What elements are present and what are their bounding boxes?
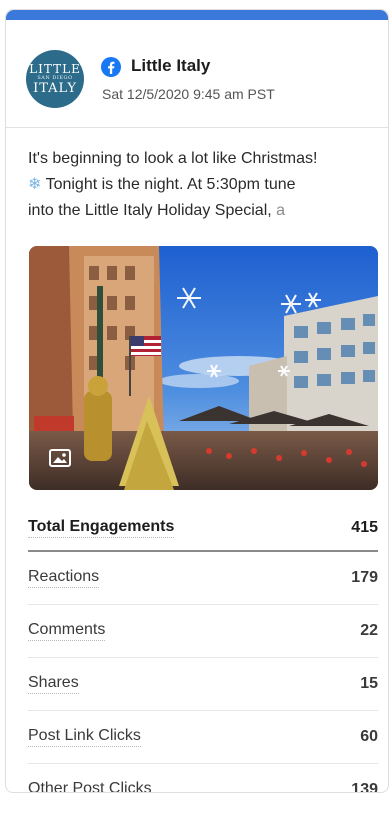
stat-label[interactable]: Shares (28, 674, 79, 694)
page-name[interactable]: Little Italy (131, 56, 210, 76)
stat-row-post-link-clicks: Post Link Clicks 60 (28, 711, 378, 764)
post-text: It's beginning to look a lot like Christ… (28, 146, 378, 224)
post-text-line: It's beginning to look a lot like Christ… (28, 150, 318, 167)
post-text-fragment: Tonight is the night. At 5:30pm tune (41, 176, 296, 193)
post-card: LITTLE SAN DIEGO ITALY Little Italy Sat … (5, 9, 389, 793)
stat-row-other-post-clicks: Other Post Clicks 139 (28, 764, 378, 793)
image-icon (49, 449, 71, 467)
post-text-line: into the Little Italy Holiday Special, a (28, 198, 378, 224)
stat-label[interactable]: Post Link Clicks (28, 727, 141, 747)
post-header: LITTLE SAN DIEGO ITALY Little Italy Sat … (6, 20, 388, 128)
logo-text-bottom: ITALY (33, 81, 77, 96)
accent-bar (6, 10, 388, 20)
total-engagements-row: Total Engagements 415 (28, 505, 378, 552)
stat-value: 179 (351, 569, 378, 586)
logo-text-middle: SAN DIEGO (37, 75, 73, 81)
snowflake-icon: ❄ (28, 176, 42, 193)
stat-value: 60 (360, 728, 378, 745)
facebook-icon (101, 57, 121, 77)
stat-label[interactable]: Other Post Clicks (28, 780, 152, 792)
stat-value: 415 (351, 518, 378, 536)
stat-value: 139 (351, 781, 378, 793)
stat-row-comments: Comments 22 (28, 605, 378, 658)
stat-value: 15 (360, 675, 378, 692)
post-text-fragment: into the Little Italy Holiday Special, (28, 202, 277, 219)
engagement-stats: Total Engagements 415 Reactions 179 Comm… (28, 505, 378, 793)
post-text-line: ❄ Tonight is the night. At 5:30pm tune (28, 172, 378, 198)
stat-label[interactable]: Reactions (28, 568, 100, 588)
post-image[interactable] (29, 246, 378, 490)
holiday-street-photo (29, 246, 378, 490)
stat-row-shares: Shares 15 (28, 658, 378, 711)
post-date: Sat 12/5/2020 9:45 am PST (102, 86, 275, 102)
stat-label[interactable]: Comments (28, 621, 106, 641)
stat-row-reactions: Reactions 179 (28, 552, 378, 605)
stat-label[interactable]: Total Engagements (28, 518, 175, 538)
page-avatar[interactable]: LITTLE SAN DIEGO ITALY (26, 50, 84, 108)
logo-text-top: LITTLE (29, 62, 81, 76)
post-text-fade: a (276, 202, 286, 219)
stat-value: 22 (360, 622, 378, 639)
